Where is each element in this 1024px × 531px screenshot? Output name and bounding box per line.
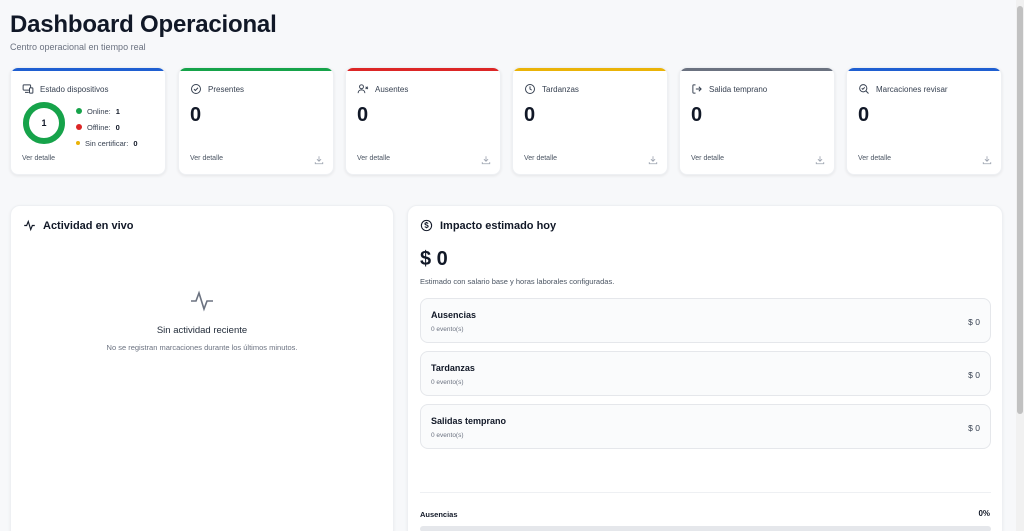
item-amount: $ 0 (968, 317, 980, 327)
search-check-icon (859, 84, 869, 94)
kpi-header: Estado dispositivos (22, 83, 108, 95)
empty-state: Sin actividad reciente No se registran m… (11, 288, 393, 352)
impacto-item-salidas: Salidas temprano 0 evento(s) $ 0 (420, 404, 991, 449)
legend-sincert: Sin certificar: 0 (76, 135, 138, 151)
download-icon[interactable] (982, 155, 992, 165)
kpi-accent-bar (179, 68, 333, 71)
activity-icon (24, 219, 35, 232)
item-name: Salidas temprano (431, 416, 507, 426)
kpi-label: Salida temprano (709, 84, 768, 94)
kpi-value: 0 (190, 104, 202, 126)
legend-offline-value: 0 (115, 122, 120, 132)
page-title: Dashboard Operacional (10, 11, 277, 38)
kpi-card-ausentes: Ausentes 0 Ver detalle (345, 67, 501, 175)
activity-icon (191, 290, 213, 312)
impacto-total: $ 0 (420, 248, 448, 270)
devices-legend: Online: 1 Offline: 0 Sin certificar: 0 (76, 103, 138, 151)
empty-text: No se registran marcaciones durante los … (106, 343, 298, 352)
impacto-title: Impacto estimado hoy (440, 219, 557, 232)
kpi-accent-bar (513, 68, 667, 71)
page-scrollbar[interactable] (1016, 0, 1024, 531)
kpi-accent-bar (680, 68, 834, 71)
impacto-item-ausencias: Ausencias 0 evento(s) $ 0 (420, 298, 991, 343)
legend-online: Online: 1 (76, 103, 138, 119)
devices-total: 1 (41, 118, 47, 128)
kpi-accent-bar (346, 68, 500, 71)
actividad-panel: Actividad en vivo Sin actividad reciente… (10, 205, 394, 531)
page-header: Dashboard Operacional Centro operacional… (10, 10, 277, 52)
item-name: Ausencias (431, 310, 477, 320)
offline-dot-icon (76, 124, 82, 130)
kpi-label: Marcaciones revisar (876, 84, 948, 94)
item-count: 0 evento(s) (431, 379, 464, 386)
sincert-dot-icon (76, 141, 80, 145)
kpi-value: 0 (524, 104, 536, 126)
item-count: 0 evento(s) (431, 432, 464, 439)
kpi-header: Presentes (190, 83, 244, 95)
page-subtitle: Centro operacional en tiempo real (10, 42, 146, 52)
download-icon[interactable] (815, 155, 825, 165)
kpi-card-dispositivos: Estado dispositivos 1 Online: 1 Offline: 0… (10, 67, 166, 175)
kpi-header: Marcaciones revisar (858, 83, 948, 95)
legend-sincert-value: 0 (133, 138, 138, 148)
progress-track (420, 526, 991, 531)
item-count: 0 evento(s) (431, 326, 464, 333)
footer-label: Ausencias (420, 510, 458, 519)
impacto-panel: Impacto estimado hoy $ 0 Estimado con sa… (407, 205, 1003, 531)
kpi-value: 0 (357, 104, 369, 126)
kpi-header: Tardanzas (524, 83, 579, 95)
logout-icon (692, 84, 702, 94)
legend-sincert-label: Sin certificar: (85, 138, 129, 148)
devices-icon (22, 84, 34, 94)
ver-detalle-link[interactable]: Ver detalle (524, 155, 557, 162)
empty-title: Sin actividad reciente (156, 325, 248, 336)
ver-detalle-link[interactable]: Ver detalle (858, 155, 891, 162)
item-name: Tardanzas (431, 363, 475, 373)
kpi-accent-bar (847, 68, 1001, 71)
clock-icon (525, 84, 535, 94)
kpi-label: Tardanzas (542, 84, 579, 94)
kpi-header: Ausentes (357, 83, 408, 95)
ver-detalle-link[interactable]: Ver detalle (357, 155, 390, 162)
download-icon[interactable] (481, 155, 491, 165)
kpi-value: 0 (858, 104, 870, 126)
check-circle-icon (191, 84, 201, 94)
divider (420, 492, 991, 493)
impacto-item-tardanzas: Tardanzas 0 evento(s) $ 0 (420, 351, 991, 396)
legend-online-label: Online: (87, 106, 111, 116)
panel-title: Impacto estimado hoy (420, 219, 556, 232)
kpi-card-tardanzas: Tardanzas 0 Ver detalle (512, 67, 668, 175)
actividad-title: Actividad en vivo (43, 219, 134, 232)
legend-online-value: 1 (115, 106, 120, 116)
ver-detalle-link[interactable]: Ver detalle (190, 155, 223, 162)
dashboard-page: Dashboard Operacional Centro operacional… (0, 0, 1016, 531)
kpi-label: Estado dispositivos (40, 84, 109, 94)
scrollbar-thumb[interactable] (1017, 6, 1023, 414)
impacto-note: Estimado con salario base y horas labora… (420, 277, 615, 286)
ver-detalle-link[interactable]: Ver detalle (691, 155, 724, 162)
dollar-circle-icon (420, 219, 433, 232)
kpi-label: Presentes (208, 84, 245, 94)
panel-title: Actividad en vivo (23, 219, 133, 232)
ver-detalle-link[interactable]: Ver detalle (22, 155, 55, 162)
online-dot-icon (76, 108, 82, 114)
kpi-card-presentes: Presentes 0 Ver detalle (178, 67, 334, 175)
item-amount: $ 0 (968, 370, 980, 380)
kpi-card-salida-temprano: Salida temprano 0 Ver detalle (679, 67, 835, 175)
legend-offline: Offline: 0 (76, 119, 138, 135)
kpi-card-marcaciones-revisar: Marcaciones revisar 0 Ver detalle (846, 67, 1002, 175)
kpi-label: Ausentes (375, 84, 409, 94)
download-icon[interactable] (648, 155, 658, 165)
legend-offline-label: Offline: (87, 122, 111, 132)
download-icon[interactable] (314, 155, 324, 165)
user-x-icon (357, 84, 369, 94)
kpi-accent-bar (11, 68, 165, 71)
kpi-header: Salida temprano (691, 83, 767, 95)
item-amount: $ 0 (968, 423, 980, 433)
kpi-value: 0 (691, 104, 703, 126)
footer-percentage: 0% (978, 509, 990, 518)
